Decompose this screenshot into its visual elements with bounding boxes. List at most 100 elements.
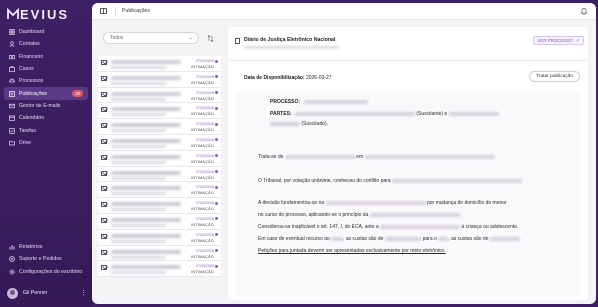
top-bar: Publicações — [92, 3, 596, 20]
sidebar-item-configuracoes[interactable]: Configurações do escritório — [4, 266, 88, 278]
availability-date: Data de Disponibilização: 2026-03-27 — [244, 75, 332, 81]
paragraph-3b: no curso do processo, aplicando-se o pri… — [258, 212, 460, 218]
sidebar-item-email[interactable]: Gestor de E-mails — [4, 100, 88, 112]
redacted-text — [364, 154, 495, 159]
sort-icon[interactable] — [207, 35, 214, 42]
paragraph-text: em — [356, 154, 364, 160]
unread-count-badge: 30 — [72, 89, 83, 97]
redacted-text — [325, 200, 426, 205]
mail-icon — [101, 233, 107, 239]
item-date: 27/03/2026 — [196, 137, 214, 142]
unread-dot — [215, 138, 218, 142]
sidebar-item-dashboard[interactable]: Dashboard — [4, 26, 88, 38]
processo-line: PROCESSO: — [270, 99, 369, 105]
paragraph-4: Considerou-se inaplicável o art. 147, I,… — [258, 224, 518, 230]
redacted-text — [384, 236, 420, 241]
bell-icon[interactable] — [580, 7, 588, 15]
filter-select[interactable]: Todos ⌄ — [103, 32, 199, 44]
list-item[interactable]: 27/03/2026 INTIMAÇÃO — [98, 87, 221, 104]
sidebar-item-publicacoes[interactable]: Publicações 30 — [4, 87, 88, 100]
list-item[interactable]: 27/03/2026 INTIMAÇÃO — [98, 150, 221, 167]
paragraph-5: Em caso de eventual recurso ao , as cust… — [258, 236, 520, 242]
item-date: 27/03/2026 — [196, 216, 214, 221]
item-type: INTIMAÇÃO — [191, 112, 214, 117]
user-menu[interactable]: Gil Penner ⋮ — [7, 286, 87, 300]
list-item[interactable]: 27/03/2026 INTIMAÇÃO — [98, 213, 221, 230]
sidebar-item-calendario[interactable]: Calendário — [4, 112, 88, 124]
sidebar-item-label: Contatos — [19, 41, 40, 48]
list-item[interactable]: 27/03/2026 INTIMAÇÃO — [98, 198, 221, 214]
list-item[interactable]: 27/03/2026 INTIMAÇÃO — [98, 119, 221, 135]
publications-icon — [8, 90, 15, 97]
dashboard-icon — [8, 29, 15, 36]
mail-icon — [101, 75, 107, 81]
view-process-label: VER PROCESSO — [537, 38, 573, 43]
unread-dot — [215, 106, 218, 110]
list-item[interactable]: 27/03/2026 INTIMAÇÃO — [98, 229, 221, 246]
mail-icon — [101, 60, 107, 65]
item-type: INTIMAÇÃO — [191, 191, 214, 196]
redacted-text — [438, 236, 449, 241]
sidebar-item-relatorios[interactable]: Relatórios — [4, 241, 88, 253]
redacted-text — [111, 81, 166, 85]
item-type: INTIMAÇÃO — [191, 270, 214, 275]
redacted-text — [111, 66, 166, 69]
treat-publication-button[interactable]: Tratar publicação — [529, 71, 580, 82]
sidebar-item-drive[interactable]: Drive — [4, 137, 88, 149]
contacts-icon — [8, 41, 15, 48]
email-icon — [8, 102, 15, 109]
suscitado-line: (Suscitado). — [270, 121, 328, 127]
reports-icon — [8, 244, 15, 251]
sidebar-item-label: Configurações do escritório — [19, 268, 83, 275]
item-date: 27/03/2026 — [196, 153, 214, 158]
partes-line: PARTES: (Suscitante) e — [270, 111, 499, 117]
mail-icon — [101, 154, 107, 160]
item-type: INTIMAÇÃO — [191, 207, 214, 212]
item-type: INTIMAÇÃO — [191, 65, 214, 69]
list-item[interactable]: 27/03/2026 INTIMAÇÃO — [98, 261, 221, 278]
sidebar-item-label: Publicações — [19, 90, 47, 97]
unread-dot — [215, 249, 218, 253]
more-options-icon[interactable]: ⋮ — [80, 289, 87, 297]
filter-select-value: Todos — [110, 35, 124, 41]
divider — [115, 6, 116, 16]
redacted-text — [448, 111, 499, 116]
list-item[interactable]: 27/03/2026 INTIMAÇÃO — [98, 56, 221, 72]
sidebar-item-processos[interactable]: Processos — [4, 75, 88, 87]
list-item[interactable]: 27/03/2026 INTIMAÇÃO — [98, 71, 221, 88]
sidebar-item-contatos[interactable]: Contatos — [4, 38, 88, 50]
item-date: 27/03/2026 — [196, 122, 214, 127]
mail-icon — [101, 170, 107, 176]
sidebar-item-label: Relatórios — [19, 244, 43, 251]
mail-icon — [101, 123, 107, 129]
sidebar-item-tarefas[interactable]: Tarefas — [4, 124, 88, 136]
electronic-filing-note[interactable]: Petições para juntada deverm ser apresen… — [258, 248, 446, 254]
page-title: Publicações — [122, 8, 150, 14]
brand-logo[interactable]: EVIUS — [7, 6, 69, 22]
redacted-text — [111, 138, 181, 143]
list-item[interactable]: 27/03/2026 INTIMAÇÃO — [98, 182, 221, 199]
redacted-text — [111, 233, 181, 238]
sidebar-toggle-icon[interactable] — [100, 8, 107, 14]
processes-icon — [8, 78, 15, 85]
list-item[interactable]: 27/03/2026 INTIMAÇÃO — [98, 134, 221, 151]
list-item[interactable]: 27/03/2026 INTIMAÇÃO — [98, 166, 221, 183]
sidebar-item-financeiro[interactable]: Financeiro — [4, 51, 88, 63]
sidebar-item-suporte[interactable]: Suporte e Pedidos — [4, 253, 88, 265]
avatar — [7, 287, 18, 299]
item-type: INTIMAÇÃO — [191, 143, 214, 148]
list-item[interactable]: 27/03/2026 INTIMAÇÃO — [98, 245, 221, 262]
list-item[interactable]: 27/03/2026 INTIMAÇÃO — [98, 103, 221, 120]
paragraph-3: A decisão fundamentou-se na por mudança … — [258, 200, 507, 206]
sidebar-item-label: Dashboard — [19, 29, 45, 36]
redacted-text — [111, 271, 166, 275]
redacted-text — [111, 160, 166, 164]
publication-list: 27/03/2026 INTIMAÇÃO 27/03/2026 INTIMAÇÃO … — [98, 56, 221, 278]
item-date: 27/03/2026 — [196, 248, 214, 253]
sidebar-item-casos[interactable]: Casos — [4, 63, 88, 75]
paragraph-text: Considerou-se inaplicável o art. 147, I,… — [258, 224, 379, 230]
redacted-text — [111, 249, 181, 254]
item-date: 27/03/2026 — [196, 185, 214, 190]
view-process-button[interactable]: VER PROCESSO ↗ — [532, 36, 584, 45]
mail-icon — [101, 91, 107, 97]
